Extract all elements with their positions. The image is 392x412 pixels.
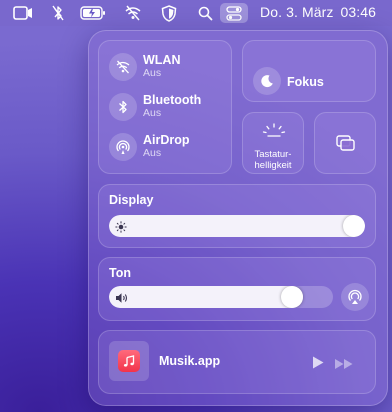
volume-slider[interactable] — [109, 286, 333, 308]
play-icon[interactable] — [311, 355, 325, 375]
screen-mirroring-icon[interactable] — [12, 3, 34, 23]
battery-icon[interactable] — [80, 3, 106, 23]
display-slider-fill — [109, 215, 365, 237]
wifi-off-icon[interactable] — [124, 3, 142, 23]
menu-bar-time: 03:46 — [340, 4, 376, 20]
focus-tile[interactable]: Fokus — [242, 40, 376, 102]
wlan-status: Aus — [143, 67, 162, 79]
screen-mirroring-tile[interactable] — [314, 112, 376, 174]
sound-tile: Ton — [98, 257, 376, 321]
spotlight-search-icon[interactable] — [196, 3, 214, 23]
display-tile: Display — [98, 184, 376, 248]
screen-mirroring-icon — [336, 135, 356, 157]
display-brightness-slider[interactable] — [109, 215, 365, 237]
bluetooth-icon — [109, 93, 137, 121]
now-playing-tile[interactable]: Musik.app — [98, 330, 376, 394]
keyboard-brightness-label-line1: Tastatur- — [254, 149, 292, 160]
wlan-toggle[interactable]: WLAN Aus — [109, 53, 181, 81]
music-note-icon — [118, 350, 140, 372]
fast-forward-icon[interactable] — [334, 357, 354, 375]
keyboard-brightness-label: Tastatur- helligkeit — [243, 149, 303, 171]
control-center-panel: WLAN Aus Bluetooth Aus AirDrop Aus Fokus… — [88, 30, 388, 406]
wlan-label: WLAN — [143, 53, 181, 67]
menu-bar-date: Do. 3. März — [260, 4, 334, 20]
bluetooth-label: Bluetooth — [143, 93, 202, 107]
sun-icon — [115, 220, 127, 237]
now-playing-title: Musik.app — [159, 354, 221, 368]
airplay-audio-icon[interactable] — [341, 283, 369, 311]
display-slider-knob[interactable] — [343, 215, 365, 237]
bluetooth-status: Aus — [143, 107, 162, 119]
airdrop-icon — [109, 133, 137, 161]
wifi-off-icon — [109, 53, 137, 81]
keyboard-brightness-tile[interactable]: Tastatur- helligkeit — [242, 112, 304, 174]
menu-bar: Do. 3. März 03:46 — [0, 0, 392, 26]
keyboard-brightness-icon — [262, 122, 286, 145]
volume-slider-fill — [109, 286, 303, 308]
display-label: Display — [109, 193, 154, 207]
airdrop-toggle[interactable]: AirDrop Aus — [109, 133, 190, 161]
connectivity-tile: WLAN Aus Bluetooth Aus AirDrop Aus — [98, 40, 232, 174]
bluetooth-off-icon[interactable] — [50, 3, 66, 23]
volume-slider-knob[interactable] — [281, 286, 303, 308]
moon-icon — [253, 67, 281, 95]
airdrop-label: AirDrop — [143, 133, 190, 147]
menu-bar-clock[interactable]: Do. 3. März 03:46 — [260, 4, 376, 20]
control-center-icon[interactable] — [220, 3, 248, 23]
focus-label: Fokus — [287, 75, 324, 89]
speaker-icon — [115, 291, 129, 308]
shield-icon[interactable] — [160, 3, 178, 23]
airdrop-status: Aus — [143, 147, 162, 159]
album-art[interactable] — [109, 341, 149, 381]
sound-label: Ton — [109, 266, 131, 280]
keyboard-brightness-label-line2: helligkeit — [254, 160, 292, 171]
bluetooth-toggle[interactable]: Bluetooth Aus — [109, 93, 201, 121]
